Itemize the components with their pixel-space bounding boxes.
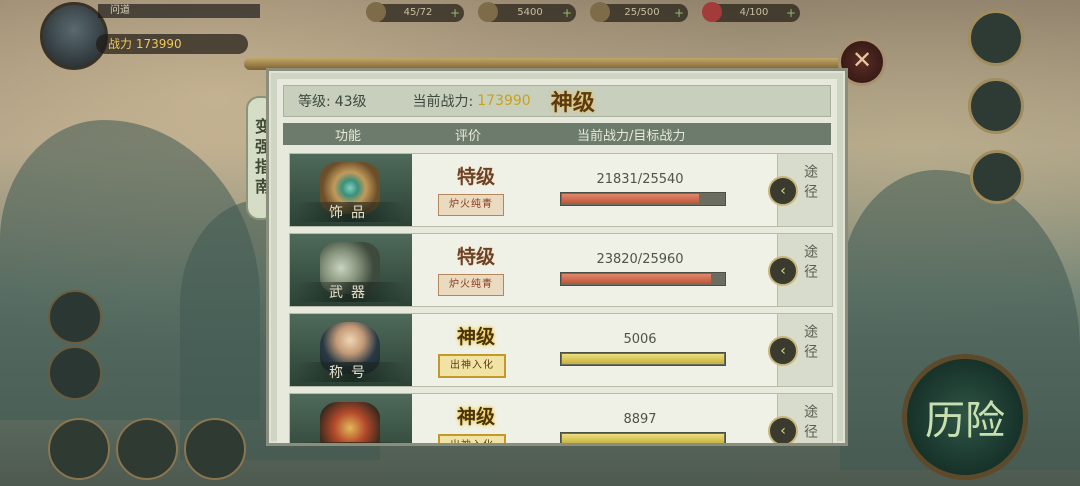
mount-item-icon[interactable]: 坐骑 [290,394,412,443]
item-name: 坐骑 [296,442,406,443]
grade-text: 特级 [456,246,495,268]
event-icon[interactable] [968,10,1024,66]
progress-bar [560,432,726,443]
chevron-left-icon[interactable]: ‹ [768,176,798,206]
progress-text: 8897 [623,412,657,427]
progress-text: 5006 [623,332,657,347]
progress-bar [560,352,726,366]
map-icon[interactable] [48,290,102,344]
resource-coin[interactable]: 5400 + [478,2,576,22]
player-name: 问道 [98,4,260,18]
list-item: 饰品 特级 炉火纯青 21831/25540 ‹ 途径 [289,153,833,227]
hero-icon[interactable] [48,418,110,480]
list-item: 坐骑 神级 出神入化 8897 ‹ 途径 [289,393,833,444]
resource-value: 25/500 [624,7,660,18]
chevron-left-icon[interactable]: ‹ [768,256,798,286]
resource-value: 4/100 [739,7,769,18]
progress-fill [562,274,711,284]
overall-grade: 神级 [550,90,595,116]
chevron-left-icon[interactable]: ‹ [768,416,798,443]
accessory-item-icon[interactable]: 饰品 [290,154,412,226]
grade-text: 特级 [456,166,495,188]
summary-row: 等级: 43级 当前战力: 173990 神级 [283,85,831,117]
progress-fill [562,434,724,443]
path-label: 途径 [802,244,818,284]
resource-stamina[interactable]: 45/72 + [366,2,464,22]
progress-text: 23820/25960 [596,252,684,267]
resource-value: 45/72 [403,7,433,18]
coin-icon [478,2,498,22]
grade-tag: 炉火纯青 [438,194,504,216]
path-label: 途径 [802,404,818,444]
item-name: 武器 [296,282,406,302]
path-button[interactable]: ‹ 途径 [768,154,832,226]
progress-text: 21831/25540 [596,172,684,187]
add-icon[interactable]: + [674,4,684,22]
accessory-icon[interactable] [116,418,178,480]
chevron-left-icon[interactable]: ‹ [768,336,798,366]
list-item: 称号 神级 出神入化 5006 ‹ 途径 [289,313,833,387]
gem-icon [702,2,722,22]
power-label: 当前战力: [412,94,474,110]
col-function: 功能 [335,128,362,144]
adventure-button[interactable]: 历险 [902,354,1028,480]
weapon-item-icon[interactable]: 武器 [290,234,412,306]
add-icon[interactable]: + [562,4,572,22]
path-label: 途径 [802,164,818,204]
grade-text: 神级 [456,326,495,348]
grade-tag: 炉火纯青 [438,274,504,296]
grade-text: 神级 [456,406,495,428]
level-label: 等级: [298,94,331,110]
companion-icon[interactable] [184,418,246,480]
silver-icon [590,2,610,22]
resource-gem[interactable]: 4/100 + [702,2,800,22]
resource-silver[interactable]: 25/500 + [590,2,688,22]
path-button[interactable]: ‹ 途径 [768,314,832,386]
progress-fill [562,194,700,204]
path-button[interactable]: ‹ 途径 [768,234,832,306]
power-guide-panel: 等级: 43级 当前战力: 173990 神级 功能 评价 当前战力/目标战力 … [266,68,848,446]
column-header: 功能 评价 当前战力/目标战力 [283,123,831,145]
settings-icon[interactable] [48,346,102,400]
col-rating: 评价 [455,128,482,144]
progress-bar [560,192,726,206]
add-icon[interactable]: + [786,4,796,22]
grade-tag: 出神入化 [438,434,506,443]
progress-fill [562,354,724,364]
path-button[interactable]: ‹ 途径 [768,394,832,444]
level-value: 43级 [334,94,367,110]
add-icon[interactable]: + [450,4,460,22]
dragon-icon [320,402,380,443]
title-item-icon[interactable]: 称号 [290,314,412,386]
item-name: 称号 [296,362,406,382]
stamina-icon [366,2,386,22]
list-item: 武器 特级 炉火纯青 23820/25960 ‹ 途径 [289,233,833,307]
col-progress: 当前战力/目标战力 [577,128,686,144]
panel-body: 等级: 43级 当前战力: 173990 神级 功能 评价 当前战力/目标战力 … [277,79,837,443]
path-label: 途径 [802,324,818,364]
power-value: 173990 [477,93,531,109]
progress-bar [560,272,726,286]
player-power: 战力 173990 [96,34,248,54]
resource-value: 5400 [517,7,543,18]
item-name: 饰品 [296,202,406,222]
menu-icon[interactable] [970,150,1024,204]
grade-tag: 出神入化 [438,354,506,378]
shop-icon[interactable] [968,78,1024,134]
